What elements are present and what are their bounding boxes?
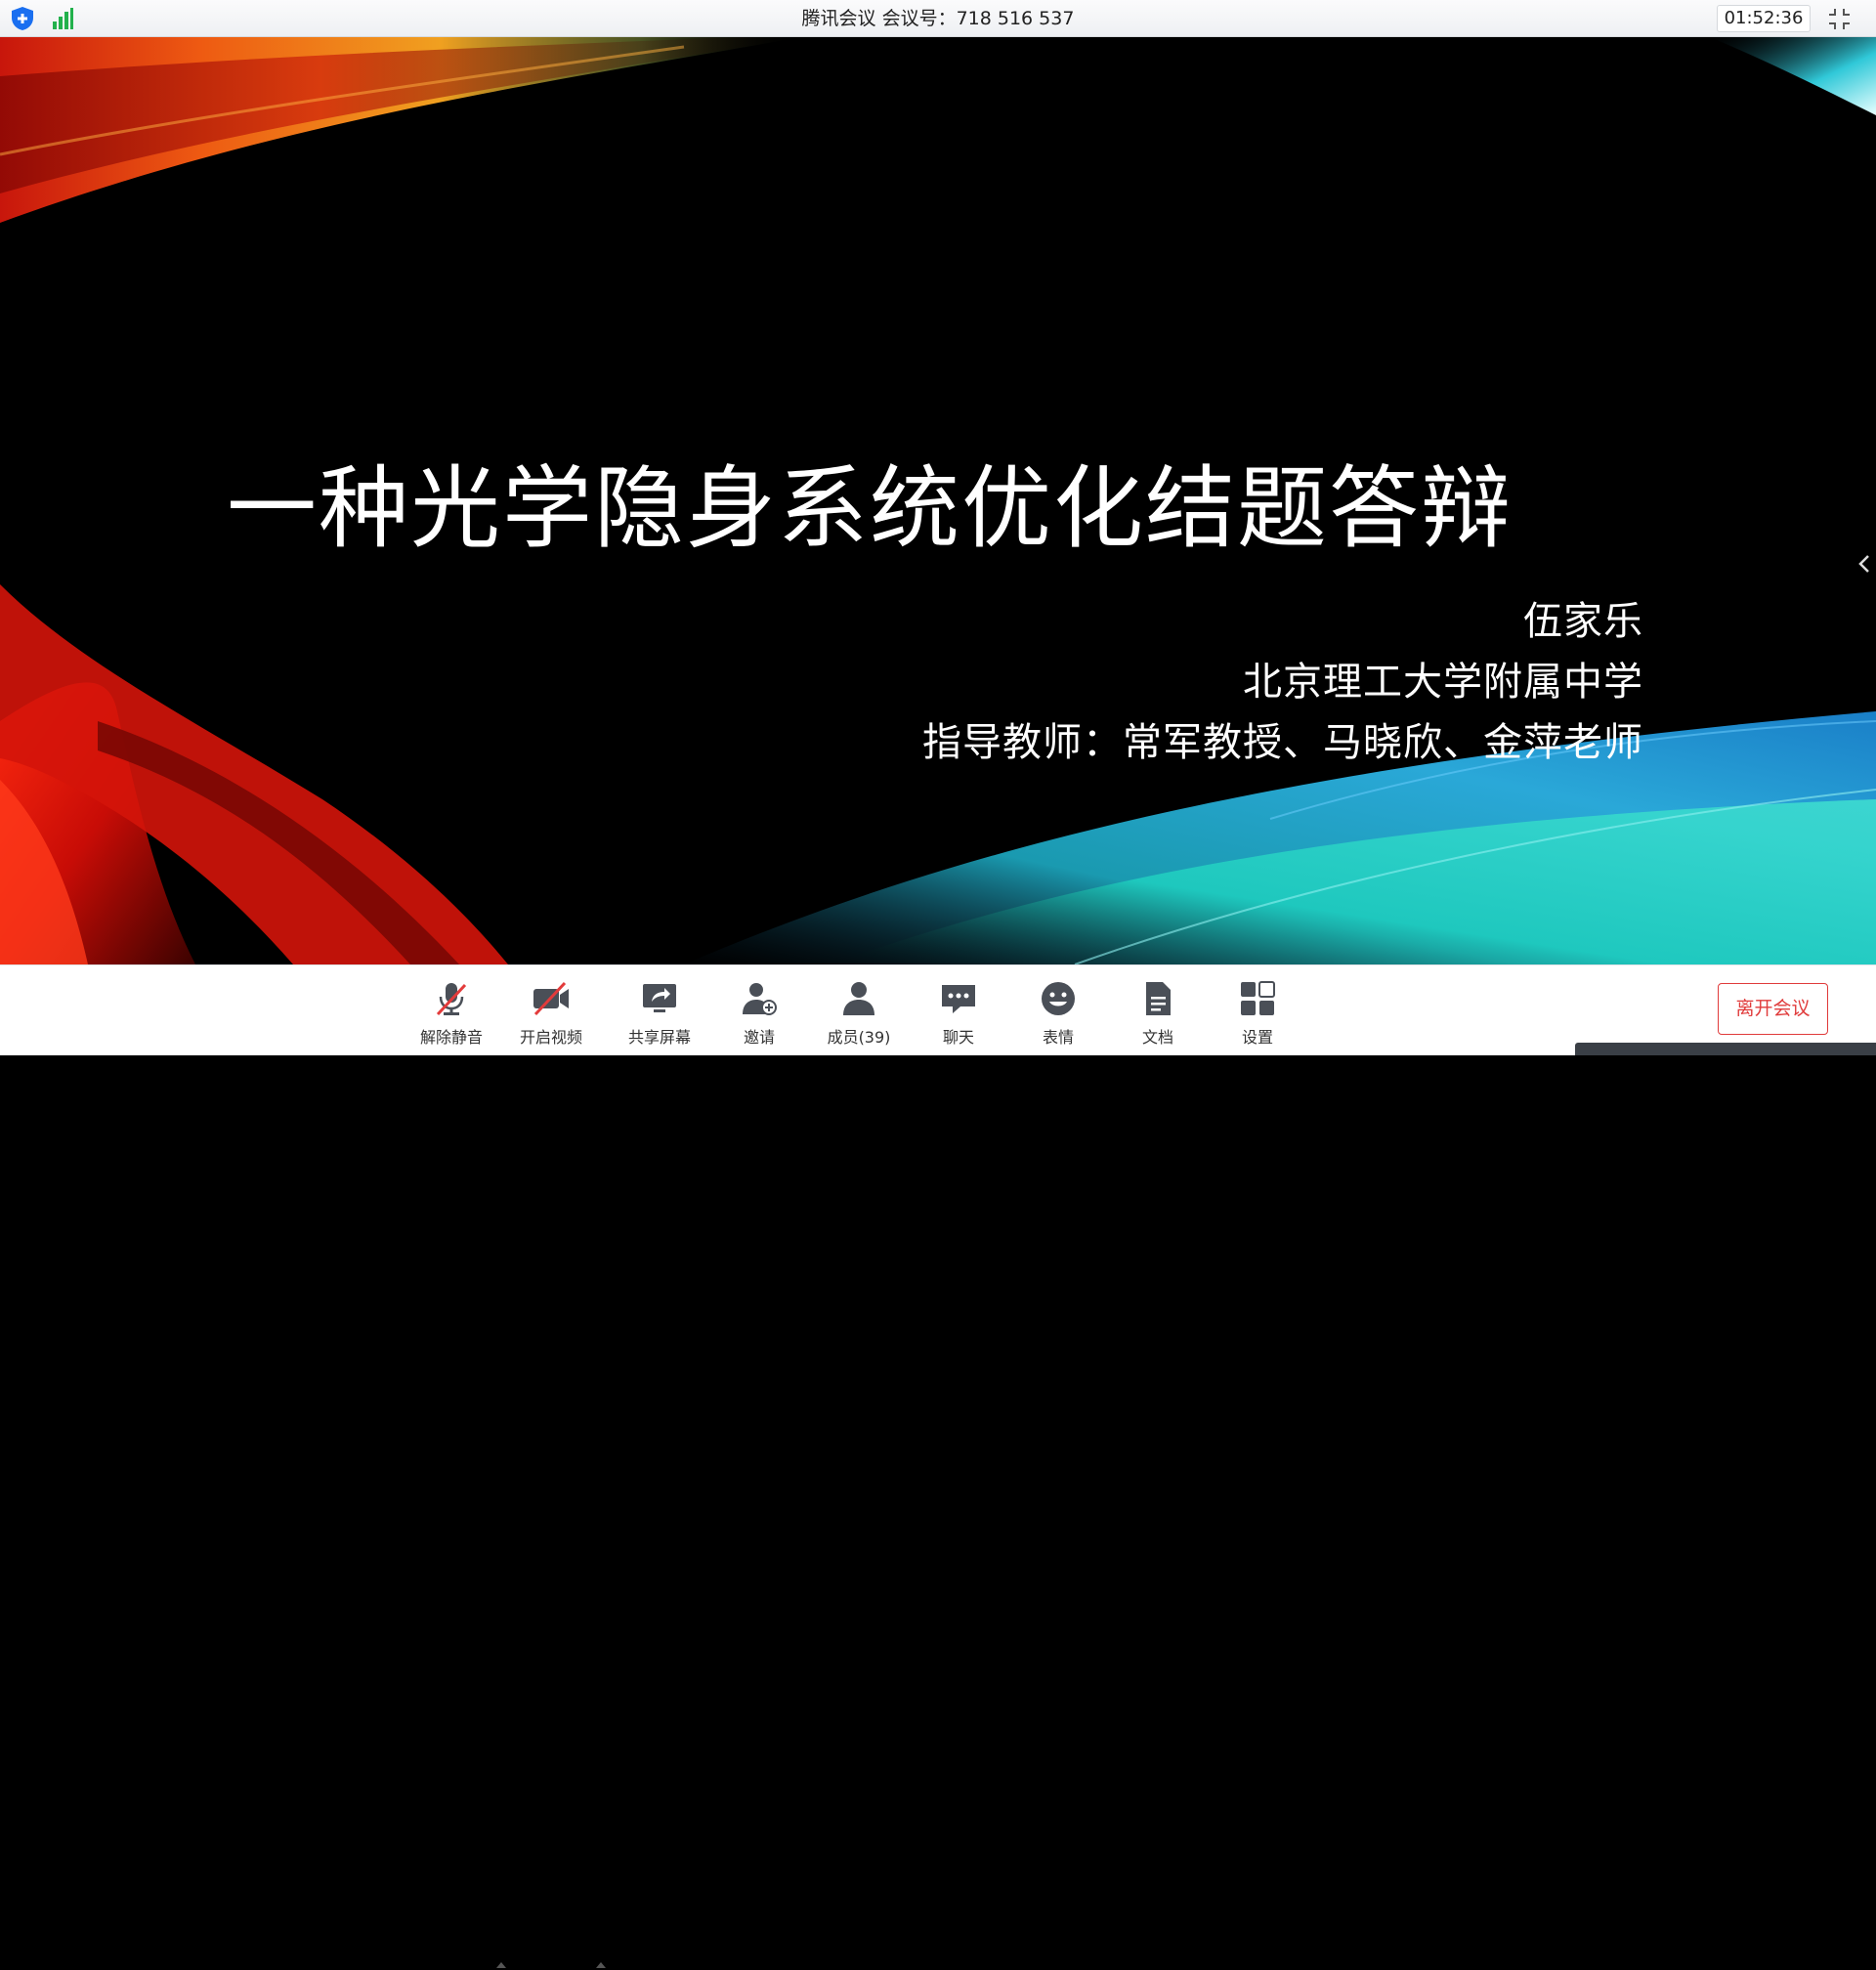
exit-fullscreen-icon[interactable]	[1827, 7, 1852, 31]
meeting-title: 腾讯会议 会议号：718 516 537	[801, 8, 1075, 29]
video-off-icon	[533, 981, 569, 1016]
unmute-button[interactable]: 解除静音	[407, 965, 495, 1056]
slide-advisors: 指导教师：常军教授、马晓欣、金萍老师	[922, 720, 1643, 765]
add-user-icon	[743, 983, 777, 1015]
invite-button[interactable]: 邀请	[715, 965, 803, 1056]
document-icon	[1146, 982, 1171, 1015]
emoji-button[interactable]: 表情	[1014, 965, 1102, 1056]
share-screen-icon	[643, 984, 676, 1012]
chevron-left-icon[interactable]	[1855, 547, 1874, 580]
shared-screen-slide: 一种光学隐身系统优化结题答辩 伍家乐 北京理工大学附属中学 指导教师：常军教授、…	[0, 37, 1876, 964]
chat-bubble-icon	[942, 985, 975, 1013]
smiley-face-icon	[1042, 982, 1075, 1015]
start-video-button[interactable]: 开启视频	[507, 965, 595, 1056]
share-screen-button[interactable]: 共享屏幕	[616, 965, 704, 1056]
microphone-muted-icon	[436, 983, 467, 1016]
grid-settings-icon	[1241, 981, 1275, 1015]
slide-author: 伍家乐	[1523, 599, 1643, 644]
title-bar: 腾讯会议 会议号：718 516 537 01:52:36	[0, 0, 1876, 37]
settings-button[interactable]: 设置	[1214, 965, 1301, 1056]
leave-meeting-button[interactable]: 离开会议	[1718, 983, 1828, 1035]
members-button[interactable]: 成员(39)	[815, 965, 903, 1056]
audio-options-caret-icon[interactable]	[494, 1960, 508, 1970]
overlay-strip	[1575, 1043, 1876, 1055]
video-options-caret-icon[interactable]	[594, 1960, 608, 1970]
slide-title: 一种光学隐身系统优化结题答辩	[227, 456, 1514, 561]
chat-button[interactable]: 聊天	[915, 965, 1002, 1056]
slide-school: 北京理工大学附属中学	[1243, 660, 1643, 705]
settings-label: 设置	[1241, 1028, 1273, 1047]
user-icon	[843, 982, 874, 1015]
documents-button[interactable]: 文档	[1114, 965, 1202, 1056]
meeting-timer: 01:52:36	[1717, 5, 1811, 32]
